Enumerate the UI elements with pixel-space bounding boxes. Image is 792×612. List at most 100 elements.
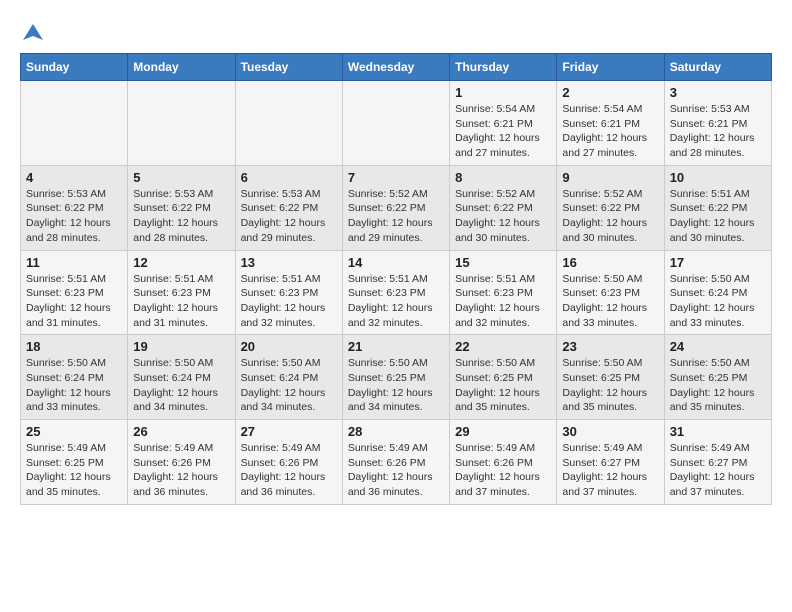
header-cell-thursday: Thursday [450,54,557,81]
calendar-cell: 13 Sunrise: 5:51 AMSunset: 6:23 PMDayligh… [235,250,342,335]
calendar-cell [21,81,128,166]
calendar-cell: 11 Sunrise: 5:51 AMSunset: 6:23 PMDayligh… [21,250,128,335]
header-cell-tuesday: Tuesday [235,54,342,81]
day-number: 19 [133,339,229,354]
calendar-cell: 20Sunrise: 5:50 AMSunset: 6:24 PMDayligh… [235,335,342,420]
day-info: Sunrise: 5:49 AMSunset: 6:26 PMDaylight:… [133,441,229,500]
day-info: Sunrise: 5:50 AMSunset: 6:24 PMDaylight:… [241,356,337,415]
calendar-cell: 5 Sunrise: 5:53 AMSunset: 6:22 PMDaylight… [128,165,235,250]
day-info: Sunrise: 5:53 AMSunset: 6:22 PMDaylight:… [133,187,229,246]
header-cell-friday: Friday [557,54,664,81]
header-row: SundayMondayTuesdayWednesdayThursdayFrid… [21,54,772,81]
day-number: 6 [241,170,337,185]
day-number: 15 [455,255,551,270]
calendar-cell: 3 Sunrise: 5:53 AMSunset: 6:21 PMDaylight… [664,81,771,166]
day-number: 1 [455,85,551,100]
header-cell-saturday: Saturday [664,54,771,81]
day-number: 5 [133,170,229,185]
day-number: 30 [562,424,658,439]
day-number: 14 [348,255,444,270]
calendar-cell: 2Sunrise: 5:54 AMSunset: 6:21 PMDaylight… [557,81,664,166]
logo-bird-icon [23,22,43,42]
calendar-week-1: 1 Sunrise: 5:54 AMSunset: 6:21 PMDaylight… [21,81,772,166]
day-number: 17 [670,255,766,270]
day-info: Sunrise: 5:49 AMSunset: 6:25 PMDaylight:… [26,441,122,500]
day-number: 28 [348,424,444,439]
calendar-week-5: 25 Sunrise: 5:49 AMSunset: 6:25 PMDayligh… [21,420,772,505]
calendar-cell: 28 Sunrise: 5:49 AMSunset: 6:26 PMDayligh… [342,420,449,505]
day-info: Sunrise: 5:50 AMSunset: 6:25 PMDaylight:… [670,356,766,415]
calendar-cell: 22Sunrise: 5:50 AMSunset: 6:25 PMDayligh… [450,335,557,420]
day-info: Sunrise: 5:51 AMSunset: 6:23 PMDaylight:… [241,272,337,331]
calendar-cell [235,81,342,166]
day-info: Sunrise: 5:51 AMSunset: 6:23 PMDaylight:… [455,272,551,331]
day-info: Sunrise: 5:49 AMSunset: 6:27 PMDaylight:… [562,441,658,500]
day-number: 16 [562,255,658,270]
calendar-cell: 10 Sunrise: 5:51 AMSunset: 6:22 PMDayligh… [664,165,771,250]
calendar-cell: 31 Sunrise: 5:49 AMSunset: 6:27 PMDayligh… [664,420,771,505]
day-info: Sunrise: 5:50 AMSunset: 6:23 PMDaylight:… [562,272,658,331]
day-number: 21 [348,339,444,354]
page-header [20,20,772,43]
calendar-cell: 8 Sunrise: 5:52 AMSunset: 6:22 PMDaylight… [450,165,557,250]
day-info: Sunrise: 5:50 AMSunset: 6:25 PMDaylight:… [455,356,551,415]
day-number: 10 [670,170,766,185]
day-number: 3 [670,85,766,100]
day-info: Sunrise: 5:50 AMSunset: 6:24 PMDaylight:… [133,356,229,415]
day-info: Sunrise: 5:50 AMSunset: 6:24 PMDaylight:… [26,356,122,415]
day-info: Sunrise: 5:54 AMSunset: 6:21 PMDaylight:… [455,102,551,161]
calendar-cell: 19 Sunrise: 5:50 AMSunset: 6:24 PMDayligh… [128,335,235,420]
day-info: Sunrise: 5:49 AMSunset: 6:27 PMDaylight:… [670,441,766,500]
day-number: 29 [455,424,551,439]
calendar-cell: 1 Sunrise: 5:54 AMSunset: 6:21 PMDaylight… [450,81,557,166]
calendar-cell: 26 Sunrise: 5:49 AMSunset: 6:26 PMDayligh… [128,420,235,505]
day-number: 9 [562,170,658,185]
calendar-cell [128,81,235,166]
day-info: Sunrise: 5:52 AMSunset: 6:22 PMDaylight:… [562,187,658,246]
day-info: Sunrise: 5:51 AMSunset: 6:23 PMDaylight:… [26,272,122,331]
calendar-header: SundayMondayTuesdayWednesdayThursdayFrid… [21,54,772,81]
calendar-cell: 30 Sunrise: 5:49 AMSunset: 6:27 PMDayligh… [557,420,664,505]
calendar-cell: 18Sunrise: 5:50 AMSunset: 6:24 PMDayligh… [21,335,128,420]
calendar-cell: 14Sunrise: 5:51 AMSunset: 6:23 PMDayligh… [342,250,449,335]
day-number: 12 [133,255,229,270]
header-cell-wednesday: Wednesday [342,54,449,81]
day-info: Sunrise: 5:53 AMSunset: 6:22 PMDaylight:… [241,187,337,246]
calendar-cell: 9 Sunrise: 5:52 AMSunset: 6:22 PMDaylight… [557,165,664,250]
day-info: Sunrise: 5:50 AMSunset: 6:24 PMDaylight:… [670,272,766,331]
day-info: Sunrise: 5:49 AMSunset: 6:26 PMDaylight:… [241,441,337,500]
day-number: 2 [562,85,658,100]
calendar-cell: 24Sunrise: 5:50 AMSunset: 6:25 PMDayligh… [664,335,771,420]
calendar-cell: 4Sunrise: 5:53 AMSunset: 6:22 PMDaylight… [21,165,128,250]
day-number: 13 [241,255,337,270]
calendar-cell: 25 Sunrise: 5:49 AMSunset: 6:25 PMDayligh… [21,420,128,505]
day-number: 31 [670,424,766,439]
day-number: 11 [26,255,122,270]
day-number: 7 [348,170,444,185]
day-info: Sunrise: 5:51 AMSunset: 6:22 PMDaylight:… [670,187,766,246]
calendar-week-2: 4Sunrise: 5:53 AMSunset: 6:22 PMDaylight… [21,165,772,250]
day-info: Sunrise: 5:53 AMSunset: 6:21 PMDaylight:… [670,102,766,161]
day-number: 26 [133,424,229,439]
calendar-body: 1 Sunrise: 5:54 AMSunset: 6:21 PMDaylight… [21,81,772,505]
calendar-cell: 6 Sunrise: 5:53 AMSunset: 6:22 PMDaylight… [235,165,342,250]
calendar-cell: 23 Sunrise: 5:50 AMSunset: 6:25 PMDayligh… [557,335,664,420]
day-number: 27 [241,424,337,439]
calendar-cell: 21 Sunrise: 5:50 AMSunset: 6:25 PMDayligh… [342,335,449,420]
day-number: 8 [455,170,551,185]
day-info: Sunrise: 5:53 AMSunset: 6:22 PMDaylight:… [26,187,122,246]
calendar-cell: 27 Sunrise: 5:49 AMSunset: 6:26 PMDayligh… [235,420,342,505]
calendar-cell: 16 Sunrise: 5:50 AMSunset: 6:23 PMDayligh… [557,250,664,335]
day-info: Sunrise: 5:49 AMSunset: 6:26 PMDaylight:… [348,441,444,500]
day-info: Sunrise: 5:52 AMSunset: 6:22 PMDaylight:… [455,187,551,246]
calendar-table: SundayMondayTuesdayWednesdayThursdayFrid… [20,53,772,505]
calendar-cell: 12 Sunrise: 5:51 AMSunset: 6:23 PMDayligh… [128,250,235,335]
day-info: Sunrise: 5:51 AMSunset: 6:23 PMDaylight:… [133,272,229,331]
calendar-cell: 15 Sunrise: 5:51 AMSunset: 6:23 PMDayligh… [450,250,557,335]
day-number: 25 [26,424,122,439]
header-cell-sunday: Sunday [21,54,128,81]
day-info: Sunrise: 5:50 AMSunset: 6:25 PMDaylight:… [348,356,444,415]
header-cell-monday: Monday [128,54,235,81]
day-info: Sunrise: 5:50 AMSunset: 6:25 PMDaylight:… [562,356,658,415]
day-number: 23 [562,339,658,354]
